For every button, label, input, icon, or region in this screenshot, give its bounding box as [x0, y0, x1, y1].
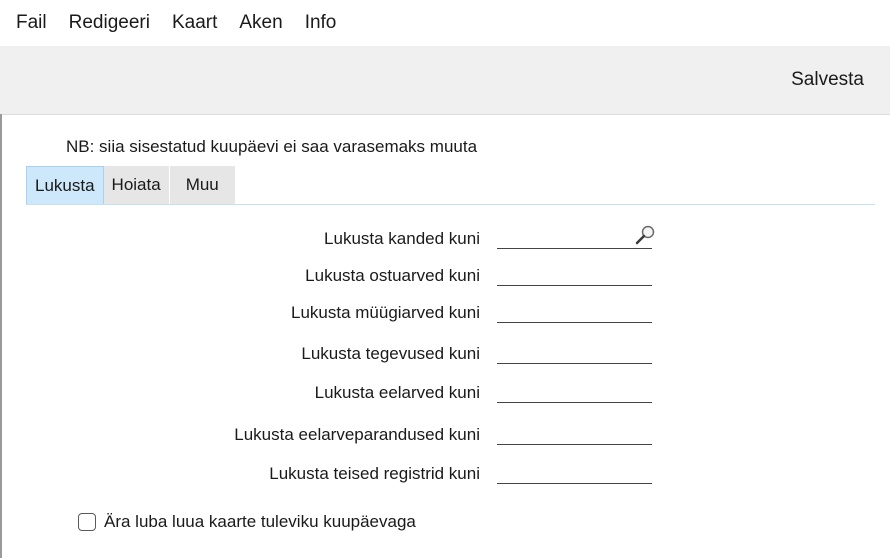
ostuarved-date-field[interactable]	[497, 261, 652, 286]
eelarveparandused-date-field[interactable]	[497, 420, 652, 445]
toolbar: Salvesta	[0, 46, 890, 115]
field-label-tegevused: Lukusta tegevused kuni	[301, 344, 480, 363]
menu-kaart[interactable]: Kaart	[161, 0, 228, 46]
tegevused-date-field[interactable]	[497, 339, 652, 364]
teised-registrid-date-field[interactable]	[497, 459, 652, 484]
future-date-checkbox-label: Ära luba luua kaarte tuleviku kuupäevaga	[104, 512, 416, 531]
field-label-eelarved: Lukusta eelarved kuni	[314, 383, 480, 402]
kanded-date-field[interactable]	[497, 224, 652, 249]
tab-lukusta[interactable]: Lukusta	[26, 166, 104, 204]
menu-fail[interactable]: Fail	[0, 0, 58, 46]
form-row-ostuarved: Lukusta ostuarved kuni	[0, 261, 890, 291]
eelarved-date-field[interactable]	[497, 378, 652, 403]
field-label-ostuarved: Lukusta ostuarved kuni	[305, 266, 480, 285]
search-icon[interactable]	[634, 224, 656, 246]
tab-muu[interactable]: Muu	[169, 166, 236, 204]
field-label-eelarveparandused: Lukusta eelarveparandused kuni	[234, 425, 480, 444]
field-label-kanded: Lukusta kanded kuni	[324, 229, 480, 248]
menu-redigeeri[interactable]: Redigeeri	[58, 0, 161, 46]
form-note: NB: siia sisestatud kuupäevi ei saa vara…	[66, 137, 478, 156]
myygiarved-date-field[interactable]	[497, 298, 652, 323]
form-row-teised-registrid: Lukusta teised registrid kuni	[0, 459, 890, 489]
tab-separator	[26, 204, 875, 205]
field-label-myygiarved: Lukusta müügiarved kuni	[290, 303, 480, 322]
form-row-tegevused: Lukusta tegevused kuni	[0, 339, 890, 369]
field-label-teised-registrid: Lukusta teised registrid kuni	[269, 464, 480, 483]
form-row-kanded: Lukusta kanded kuni	[0, 224, 890, 254]
menu-bar: Fail Redigeeri Kaart Aken Info	[0, 0, 890, 46]
tab-bar: Lukusta Hoiata Muu	[26, 166, 236, 204]
tab-hoiata[interactable]: Hoiata	[103, 166, 170, 204]
future-date-checkbox[interactable]	[78, 513, 96, 531]
window-left-border	[0, 114, 2, 558]
form-row-myygiarved: Lukusta müügiarved kuni	[0, 298, 890, 328]
form-row-eelarved: Lukusta eelarved kuni	[0, 378, 890, 408]
menu-info[interactable]: Info	[294, 0, 348, 46]
save-button[interactable]: Salvesta	[791, 67, 864, 93]
menu-aken[interactable]: Aken	[228, 0, 293, 46]
form-row-eelarveparandused: Lukusta eelarveparandused kuni	[0, 420, 890, 450]
future-date-checkbox-row[interactable]: Ära luba luua kaarte tuleviku kuupäevaga	[78, 510, 416, 534]
